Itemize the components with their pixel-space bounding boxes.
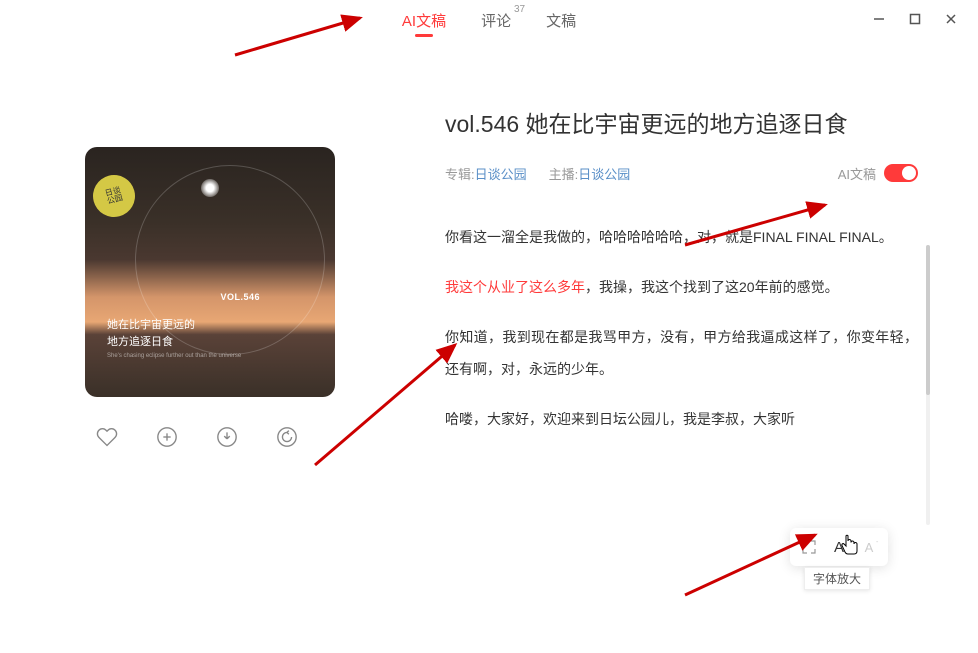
scrollbar-thumb[interactable] bbox=[926, 245, 930, 395]
scrollbar[interactable] bbox=[926, 245, 930, 525]
album-cover: 日谈 公园 VOL.546 她在比宇宙更远的 地方追逐日食 She's chas… bbox=[85, 147, 335, 397]
ai-transcript-toggle[interactable] bbox=[884, 164, 918, 182]
fullscreen-button[interactable] bbox=[796, 534, 822, 560]
cover-title: 她在比宇宙更远的 地方追逐日食 bbox=[107, 317, 195, 350]
font-size-controls: A+ A- bbox=[790, 528, 888, 566]
maximize-button[interactable] bbox=[908, 12, 922, 26]
tab-comments-count: 37 bbox=[514, 4, 525, 15]
transcript-line[interactable]: 你看这一溜全是我做的，哈哈哈哈哈哈，对，就是FINAL FINAL FINAL。 bbox=[445, 221, 918, 253]
transcript-line[interactable]: 哈喽，大家好，欢迎来到日坛公园儿，我是李叔，大家听 bbox=[445, 403, 918, 435]
cover-badge: 日谈 公园 bbox=[88, 170, 139, 221]
album-link[interactable]: 日谈公园 bbox=[475, 164, 527, 183]
cover-volume: VOL.546 bbox=[220, 292, 260, 302]
tab-comments-label: 评论 bbox=[481, 13, 511, 30]
album-label: 专辑: bbox=[445, 164, 475, 183]
cover-eclipse-decoration bbox=[201, 179, 219, 197]
host-label: 主播: bbox=[549, 164, 579, 183]
font-tooltip: 字体放大 bbox=[804, 567, 870, 590]
share-button[interactable] bbox=[275, 425, 299, 449]
transcript-line[interactable]: 你知道，我到现在都是我骂甲方，没有，甲方给我逼成这样了，你变年轻，还有啊，对，永… bbox=[445, 321, 918, 385]
minimize-button[interactable] bbox=[872, 12, 886, 26]
tab-bar: AI文稿 评论 37 文稿 bbox=[0, 0, 978, 37]
tab-transcript[interactable]: 文稿 bbox=[546, 10, 576, 37]
close-button[interactable] bbox=[944, 12, 958, 26]
font-increase-button[interactable]: A+ bbox=[826, 534, 852, 560]
transcript-highlight: 我这个从业了这么多年 bbox=[445, 279, 585, 295]
tab-ai-transcript[interactable]: AI文稿 bbox=[402, 10, 446, 37]
transcript-content: 你看这一溜全是我做的，哈哈哈哈哈哈，对，就是FINAL FINAL FINAL。… bbox=[445, 221, 918, 436]
host-link[interactable]: 日谈公园 bbox=[578, 164, 630, 183]
episode-title: vol.546 她在比宇宙更远的地方追逐日食 bbox=[445, 107, 918, 142]
transcript-line[interactable]: 我这个从业了这么多年，我操，我这个找到了这20年前的感觉。 bbox=[445, 271, 918, 303]
add-button[interactable] bbox=[155, 425, 179, 449]
download-button[interactable] bbox=[215, 425, 239, 449]
ai-transcript-label: AI文稿 bbox=[838, 164, 876, 183]
font-decrease-button[interactable]: A- bbox=[856, 534, 882, 560]
cover-subtitle: She's chasing eclipse further out than t… bbox=[107, 353, 241, 361]
tab-comments[interactable]: 评论 37 bbox=[481, 10, 511, 37]
like-button[interactable] bbox=[95, 425, 119, 449]
